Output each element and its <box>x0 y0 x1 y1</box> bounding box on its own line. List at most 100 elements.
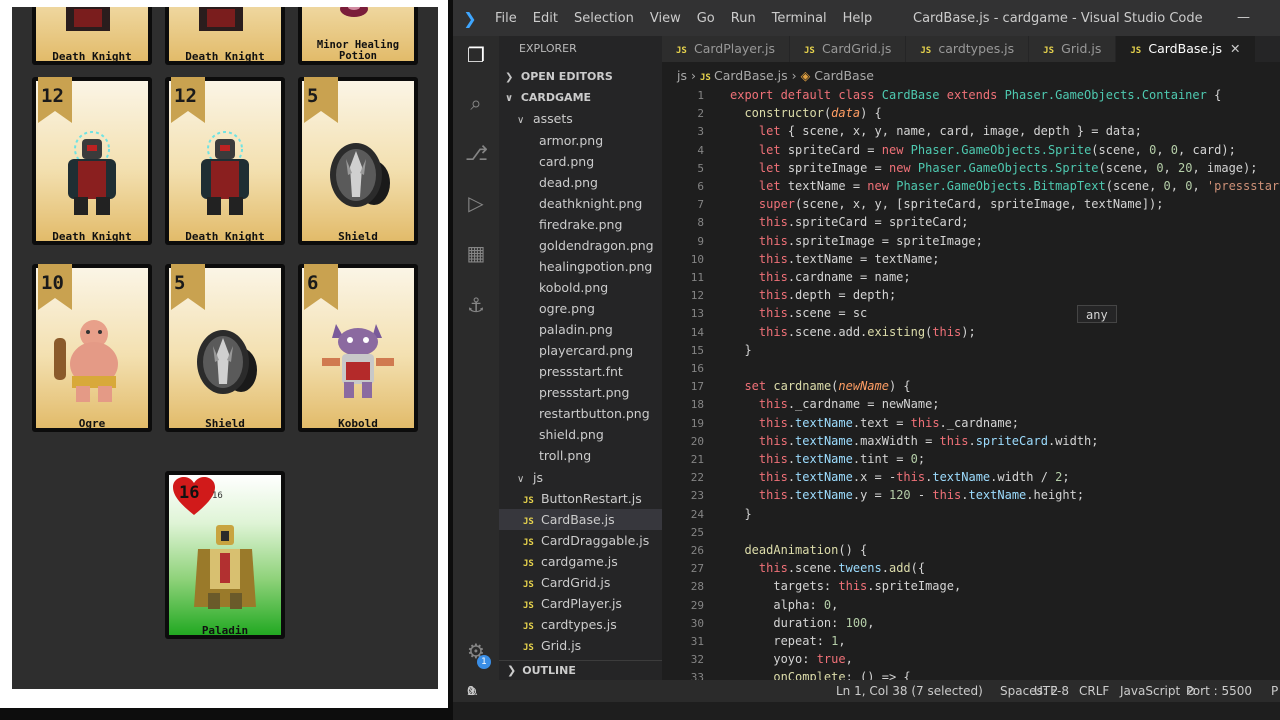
tab-cardplayer[interactable]: JS CardPlayer.js <box>662 36 790 62</box>
card-shield-1[interactable]: 5 Shield <box>298 77 418 245</box>
minimize-icon[interactable]: — <box>1237 10 1250 25</box>
card-kobold[interactable]: 6 Kobold <box>298 264 418 432</box>
js-file-icon: JS <box>1043 46 1055 56</box>
tab-cardbase[interactable]: JS CardBase.js ✕ <box>1116 36 1256 62</box>
menu-terminal[interactable]: Terminal <box>764 11 835 26</box>
game-canvas[interactable]: Death Knight Death Knight Minor Healing … <box>12 7 438 689</box>
file-item[interactable]: shield.png <box>499 424 662 445</box>
menu-edit[interactable]: Edit <box>525 11 566 26</box>
file-item[interactable]: restartbutton.png <box>499 403 662 424</box>
code-line: 4 let spriteCard = new Phaser.GameObject… <box>697 142 1236 157</box>
search-icon[interactable]: ⌕ <box>465 92 487 114</box>
cursor-position[interactable]: Ln 1, Col 38 (7 selected) <box>836 680 983 702</box>
file-item[interactable]: goldendragon.png <box>499 235 662 256</box>
file-item[interactable]: ogre.png <box>499 298 662 319</box>
chevron-down-icon: ∨ <box>517 474 525 485</box>
menu-file[interactable]: File <box>487 11 525 26</box>
potion-icon <box>340 7 368 17</box>
section-label: CARDGAME <box>520 91 592 104</box>
js-file-icon: JS <box>920 46 932 56</box>
code-line: 2 constructor(data) { <box>697 106 882 121</box>
file-item[interactable]: JS ButtonRestart.js <box>499 488 662 509</box>
player-card-paladin[interactable]: 16 16 Paladin <box>165 471 285 639</box>
encoding[interactable]: UTF-8 <box>1034 680 1069 702</box>
code-line: 17 set cardname(newName) { <box>690 379 911 394</box>
code-editor[interactable]: 1 export default class CardBase extends P… <box>662 86 1280 680</box>
code-line: 10 this.textName = textName; <box>690 251 940 266</box>
card-top-1[interactable]: Death Knight <box>32 7 152 65</box>
card-name: Ogre <box>78 417 106 430</box>
card-ogre[interactable]: 10 Ogre <box>32 264 152 432</box>
file-item[interactable]: healingpotion.png <box>499 256 662 277</box>
menu-run[interactable]: Run <box>723 11 764 26</box>
card-shield-2[interactable]: 5 Shield <box>165 264 285 432</box>
file-item[interactable]: JS CardGrid.js <box>499 572 662 593</box>
project-section[interactable]: ∨ CARDGAME <box>499 87 662 108</box>
code-line: 15 } <box>690 342 752 357</box>
docker-icon[interactable]: ⚓ <box>465 294 487 316</box>
section-label: OUTLINE <box>522 664 576 677</box>
file-item[interactable]: paladin.png <box>499 319 662 340</box>
open-editors-section[interactable]: ❯ OPEN EDITORS <box>499 66 662 87</box>
file-item[interactable]: troll.png <box>499 445 662 466</box>
close-icon[interactable]: ✕ <box>1230 41 1240 56</box>
file-item[interactable]: JS cardgame.js <box>499 551 662 572</box>
card-name: Death Knight <box>185 50 265 63</box>
card-name: Minor Healing Potion <box>316 39 400 62</box>
file-item[interactable]: playercard.png <box>499 340 662 361</box>
run-debug-icon[interactable]: ▷ <box>465 192 487 214</box>
editor-tabs: JS CardPlayer.js JS CardGrid.js JS cardtype… <box>662 36 1280 62</box>
breadcrumb-folder[interactable]: js <box>677 68 687 83</box>
vscode-logo-icon: ❯ <box>463 8 477 28</box>
line-ending[interactable]: CRLF <box>1079 680 1109 702</box>
menu-help[interactable]: Help <box>835 11 881 26</box>
menu-go[interactable]: Go <box>689 11 723 26</box>
file-item[interactable]: JS CardPlayer.js <box>499 593 662 614</box>
file-item[interactable]: JS Grid.js <box>499 635 662 656</box>
file-item[interactable]: firedrake.png <box>499 214 662 235</box>
file-item-selected[interactable]: JS CardBase.js <box>499 509 662 530</box>
file-item[interactable]: card.png <box>499 151 662 172</box>
card-top-2[interactable]: Death Knight <box>165 7 285 65</box>
tab-cardtypes[interactable]: JS cardtypes.js <box>906 36 1030 62</box>
outline-section[interactable]: ❯ OUTLINE <box>499 660 662 680</box>
code-line: 6 let textName = new Phaser.GameObjects.… <box>697 179 1280 193</box>
tab-grid[interactable]: JS Grid.js <box>1029 36 1117 62</box>
menu-view[interactable]: View <box>642 11 689 26</box>
file-item[interactable]: pressstart.fnt <box>499 361 662 382</box>
folder-assets[interactable]: ∨ assets <box>499 108 662 129</box>
file-item[interactable]: deathknight.png <box>499 193 662 214</box>
source-control-icon[interactable]: ⎇ <box>465 142 488 164</box>
card-name: Death Knight <box>185 230 265 243</box>
code-line: 20 this.textName.maxWidth = this.spriteC… <box>690 433 1099 448</box>
file-item[interactable]: JS cardtypes.js <box>499 614 662 635</box>
breadcrumb-symbol[interactable]: CardBase <box>814 68 874 83</box>
warning-count: 0 <box>467 684 475 698</box>
player-health: 16 <box>179 483 200 503</box>
file-item[interactable]: pressstart.png <box>499 382 662 403</box>
language-mode[interactable]: JavaScript <box>1120 680 1180 702</box>
code-line: 25 <box>690 525 704 539</box>
explorer-sidebar: EXPLORER ❯ OPEN EDITORS ∨ CARDGAME ∨ ass… <box>499 36 662 680</box>
card-death-knight-2[interactable]: 12 Death Knight <box>165 77 285 245</box>
file-item[interactable]: JS CardDraggable.js <box>499 530 662 551</box>
file-item[interactable]: armor.png <box>499 130 662 151</box>
file-item[interactable]: dead.png <box>499 172 662 193</box>
card-top-3[interactable]: Minor Healing Potion <box>298 7 418 65</box>
file-item[interactable]: kobold.png <box>499 277 662 298</box>
menu-selection[interactable]: Selection <box>566 11 642 26</box>
folder-js[interactable]: ∨ js <box>499 467 662 488</box>
chevron-down-icon: ∨ <box>505 93 514 104</box>
tab-cardgrid[interactable]: JS CardGrid.js <box>789 36 907 62</box>
explorer-icon[interactable]: ❐ <box>465 44 487 66</box>
breadcrumb-file[interactable]: CardBase.js <box>714 68 788 83</box>
card-death-knight-1[interactable]: 12 Death Knight <box>32 77 152 245</box>
chevron-right-icon: › <box>791 68 797 83</box>
death-knight-icon <box>199 7 243 31</box>
folder-label: js <box>532 470 543 485</box>
js-file-icon: JS <box>1130 46 1142 56</box>
extensions-icon[interactable]: ▦ <box>465 242 487 264</box>
file-label: CardDraggable.js <box>540 533 650 548</box>
chevron-down-icon: ∨ <box>517 115 525 126</box>
code-line: 27 this.scene.tweens.add({ <box>690 561 926 576</box>
